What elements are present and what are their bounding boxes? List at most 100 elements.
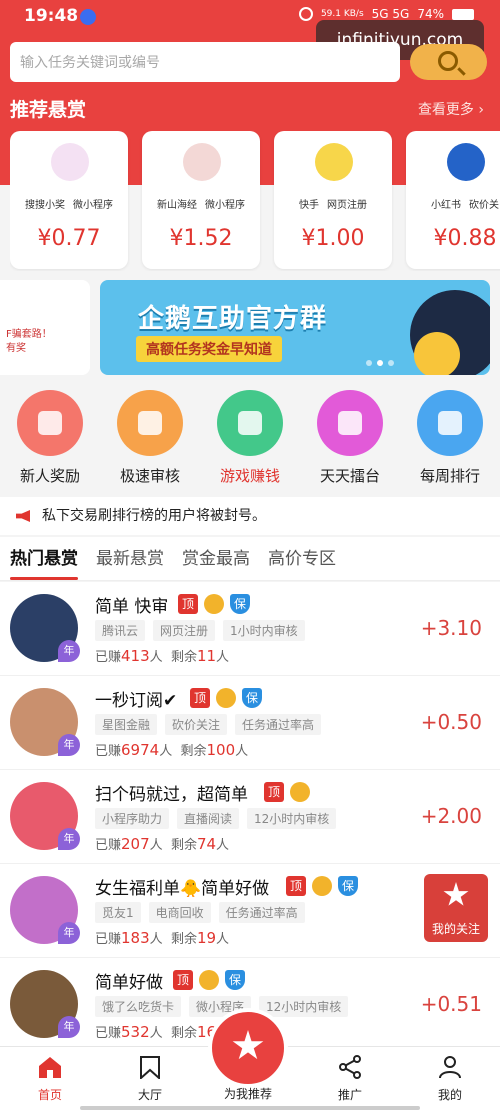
task-reward: +0.51 [420, 992, 482, 1016]
tabbar-mine[interactable]: 我的 [400, 1047, 500, 1111]
banner-prev-slide[interactable]: F骗套路！ 有奖 [0, 280, 90, 375]
task-badges: 顶 保 [190, 688, 262, 708]
top-badge: 顶 [286, 876, 306, 896]
task-logo-icon [315, 143, 353, 181]
follow-label: 我的关注 [431, 922, 480, 936]
top-badge: 顶 [190, 688, 210, 708]
guarantee-badge: 保 [230, 594, 250, 614]
task-badges: 顶 保 [178, 594, 250, 614]
promo-banner[interactable]: 企鹅互助官方群 高额任务奖金早知道 [100, 280, 490, 375]
battery-icon [452, 8, 474, 20]
gold-coin-icon [204, 594, 224, 614]
tabbar-home[interactable]: 首页 [0, 1047, 100, 1111]
task-reward: +0.50 [420, 710, 482, 734]
search-icon [438, 51, 458, 71]
task-title: 一秒订阅✔ [95, 691, 178, 711]
card-price: ¥1.00 [301, 226, 365, 251]
task-tags: 星图金融 砍价关注 任务通过率高 [95, 714, 322, 735]
card-tags: 新山海经 微小程序 [157, 200, 245, 211]
search-input[interactable] [10, 42, 400, 82]
year-badge: 年 [58, 922, 80, 944]
notice-bar: 私下交易刷排行榜的用户将被封号。 [0, 497, 500, 535]
quick-game-earn[interactable]: 游戏赚钱 [200, 385, 300, 495]
my-follow-button[interactable]: 我的关注 [424, 874, 488, 942]
guarantee-badge: 保 [242, 688, 262, 708]
task-badges: 顶 保 [173, 970, 245, 990]
tab-latest[interactable]: 最新悬赏 [96, 537, 164, 580]
task-row[interactable]: 年 一秒订阅✔ 顶 保 星图金融 砍价关注 任务通过率高 已赚6974人 剩余100… [0, 676, 500, 770]
status-right: 59.1 KB/s 5G 5G 74% [298, 7, 474, 21]
task-badges: 顶 [264, 782, 310, 802]
year-badge: 年 [58, 828, 80, 850]
recommended-card[interactable]: 小红书 砍价关 ¥0.88 [406, 131, 500, 269]
quick-weekly-rank[interactable]: 每周排行 [400, 385, 500, 495]
task-list: 年 简单 快审 顶 保 腾讯云 网页注册 1小时内审核 已赚413人 剩余11人 +… [0, 582, 500, 1052]
recommend-for-me-button[interactable] [208, 1008, 288, 1088]
card-tags: 搜搜小奖 微小程序 [25, 200, 113, 211]
card-price: ¥1.52 [169, 226, 233, 251]
task-title: 简单 快审 [95, 597, 169, 617]
search-button[interactable] [410, 44, 487, 80]
gamepad-icon [217, 390, 283, 456]
quick-label: 天天擂台 [319, 467, 380, 485]
year-badge: 年 [58, 734, 80, 756]
home-indicator [80, 1106, 420, 1110]
quick-label: 极速审核 [119, 467, 180, 485]
user-icon [439, 1056, 461, 1079]
banner-prev-text: F骗套路！ [6, 329, 52, 340]
task-reward: +2.00 [420, 804, 482, 828]
quick-actions: 新人奖励 极速审核 游戏赚钱 天天擂台 每周排行 [0, 385, 500, 495]
tabbar-promote[interactable]: 推广 [300, 1047, 400, 1111]
tab-hot[interactable]: 热门悬赏 [10, 537, 78, 580]
bar-chart-icon [417, 390, 483, 456]
gold-coin-icon [290, 782, 310, 802]
recommend-for-me-label: 为我推荐 [223, 1087, 272, 1101]
guarantee-badge: 保 [338, 876, 358, 896]
task-reward: +3.10 [420, 616, 482, 640]
task-badges: 顶 保 [286, 876, 358, 896]
card-price: ¥0.77 [37, 226, 101, 251]
task-tags: 小程序助力 直播阅读 12小时内审核 [95, 808, 337, 829]
task-logo-icon [51, 143, 89, 181]
quick-newbie-reward[interactable]: 新人奖励 [0, 385, 100, 495]
tabbar-label: 首页 [37, 1088, 62, 1102]
tab-highest[interactable]: 赏金最高 [182, 537, 250, 580]
gold-coin-icon [312, 876, 332, 896]
quick-daily-arena[interactable]: 天天擂台 [300, 385, 400, 495]
quick-fast-review[interactable]: 极速审核 [100, 385, 200, 495]
tab-premium[interactable]: 高价专区 [268, 537, 336, 580]
star-icon [232, 1030, 264, 1060]
top-badge: 顶 [173, 970, 193, 990]
year-badge: 年 [58, 1016, 80, 1038]
gold-coin-icon [199, 970, 219, 990]
card-price: ¥0.88 [433, 226, 497, 251]
share-icon [339, 1055, 361, 1079]
task-tags: 腾讯云 网页注册 1小时内审核 [95, 620, 305, 641]
quick-label: 新人奖励 [19, 467, 80, 485]
star-icon [443, 882, 469, 906]
task-row[interactable]: 年 扫个码就过，超简单 顶 小程序助力 直播阅读 12小时内审核 已赚207人 剩余… [0, 770, 500, 864]
top-badge: 顶 [178, 594, 198, 614]
recommended-card[interactable]: 快手 网页注册 ¥1.00 [274, 131, 392, 269]
recommended-card[interactable]: 搜搜小奖 微小程序 ¥0.77 [10, 131, 128, 269]
top-badge: 顶 [264, 782, 284, 802]
card-tags: 小红书 砍价关 [431, 200, 499, 211]
document-icon [117, 390, 183, 456]
recommended-cards: 搜搜小奖 微小程序 ¥0.77 新山海经 微小程序 ¥1.52 快手 网页注册 ¥1.… [10, 131, 500, 271]
see-more-link[interactable]: 查看更多 › [418, 99, 484, 119]
banner-prev-text2: 有奖 [6, 343, 26, 354]
battery-label: 74% [417, 7, 444, 21]
task-logo-icon [183, 143, 221, 181]
tabbar-hall[interactable]: 大厅 [100, 1047, 200, 1111]
alarm-icon [298, 7, 313, 21]
task-row[interactable]: 年 简单 快审 顶 保 腾讯云 网页注册 1小时内审核 已赚413人 剩余11人 +… [0, 582, 500, 676]
gift-icon [17, 390, 83, 456]
banner-title: 企鹅互助官方群 [138, 304, 328, 334]
tabbar-label: 大厅 [137, 1088, 162, 1102]
guarantee-badge: 保 [225, 970, 245, 990]
task-stats: 已赚6974人 剩余100人 [95, 741, 249, 759]
app-notification-icon [80, 9, 96, 25]
task-title: 女生福利单🐥简单好做 [95, 879, 270, 899]
recommended-card[interactable]: 新山海经 微小程序 ¥1.52 [142, 131, 260, 269]
home-icon [39, 1057, 61, 1078]
